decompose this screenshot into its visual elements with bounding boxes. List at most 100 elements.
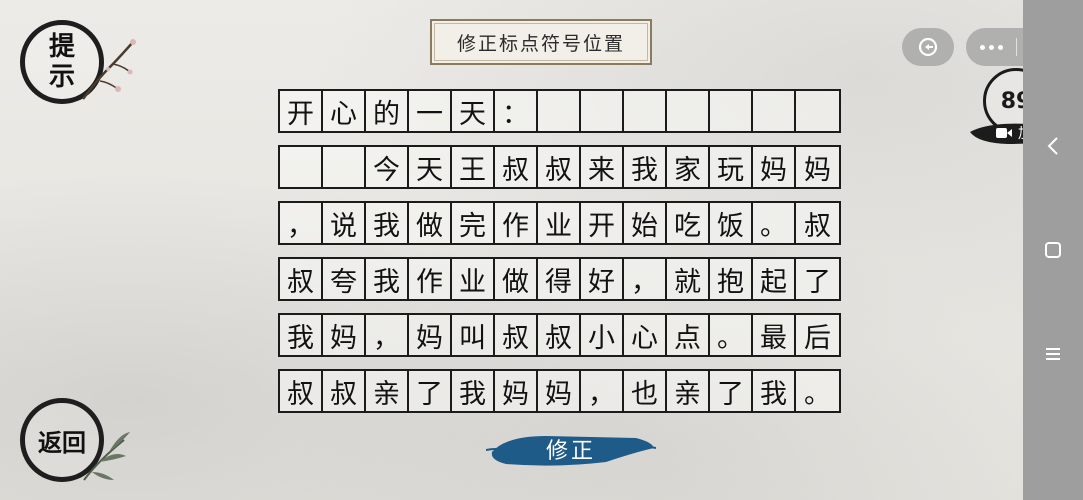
grid-cell[interactable]: ： xyxy=(495,91,538,131)
grid-cell[interactable]: 。 xyxy=(796,371,839,411)
grid-row-1: 开 心 的 一 天 ： xyxy=(278,89,841,133)
grid-cell[interactable]: ， xyxy=(366,315,409,355)
grid-cell[interactable]: 业 xyxy=(538,203,581,243)
grid-cell[interactable]: 业 xyxy=(452,259,495,299)
grid-cell[interactable]: 王 xyxy=(452,147,495,187)
system-nav-bar xyxy=(1023,0,1083,500)
grid-cell[interactable]: 叔 xyxy=(538,315,581,355)
grid-cell[interactable]: 小 xyxy=(581,315,624,355)
grid-cell[interactable]: 叔 xyxy=(280,371,323,411)
grid-cell[interactable] xyxy=(538,91,581,131)
grid-cell[interactable]: 作 xyxy=(495,203,538,243)
grid-cell[interactable]: 了 xyxy=(710,371,753,411)
grid-cell[interactable]: 后 xyxy=(796,315,839,355)
grid-cell[interactable] xyxy=(581,91,624,131)
grid-cell[interactable]: 玩 xyxy=(710,147,753,187)
grid-cell[interactable]: 我 xyxy=(366,259,409,299)
share-button[interactable] xyxy=(902,28,954,66)
grid-row-3: ， 说 我 做 完 作 业 开 始 吃 饭 。 叔 xyxy=(278,201,841,245)
grid-cell[interactable]: 亲 xyxy=(366,371,409,411)
grid-cell[interactable]: 夸 xyxy=(323,259,366,299)
grid-cell[interactable]: 心 xyxy=(624,315,667,355)
grid-cell[interactable]: 妈 xyxy=(796,147,839,187)
grid-cell[interactable]: 今 xyxy=(366,147,409,187)
grid-cell[interactable]: 作 xyxy=(409,259,452,299)
grid-cell[interactable]: 的 xyxy=(366,91,409,131)
grid-cell[interactable]: 了 xyxy=(409,371,452,411)
grid-cell[interactable]: 得 xyxy=(538,259,581,299)
grid-cell[interactable]: 心 xyxy=(323,91,366,131)
more-dots-icon[interactable] xyxy=(966,44,1016,50)
grid-cell[interactable]: 饭 xyxy=(710,203,753,243)
grid-cell[interactable] xyxy=(796,91,839,131)
grid-cell[interactable]: 叔 xyxy=(495,147,538,187)
grid-cell[interactable]: 叔 xyxy=(323,371,366,411)
grid-cell[interactable]: 开 xyxy=(280,91,323,131)
hint-label-line1: 提 xyxy=(48,32,75,62)
home-square-icon xyxy=(1045,242,1061,258)
back-chevron-icon xyxy=(1047,137,1058,155)
grid-cell[interactable]: 完 xyxy=(452,203,495,243)
fix-button[interactable]: 修正 xyxy=(486,428,656,470)
grid-cell[interactable] xyxy=(624,91,667,131)
grid-cell[interactable]: 妈 xyxy=(323,315,366,355)
grid-row-2: 今 天 王 叔 叔 来 我 家 玩 妈 妈 xyxy=(278,145,841,189)
grid-cell[interactable]: 开 xyxy=(581,203,624,243)
grid-cell[interactable]: 也 xyxy=(624,371,667,411)
grid-cell[interactable]: 一 xyxy=(409,91,452,131)
grid-cell[interactable]: 抱 xyxy=(710,259,753,299)
grid-cell[interactable]: 了 xyxy=(796,259,839,299)
grid-cell[interactable]: 做 xyxy=(495,259,538,299)
recents-lines-icon xyxy=(1046,348,1060,360)
grid-cell[interactable]: 我 xyxy=(452,371,495,411)
grid-cell[interactable] xyxy=(753,91,796,131)
grid-cell[interactable]: 做 xyxy=(409,203,452,243)
grid-cell[interactable]: 叫 xyxy=(452,315,495,355)
hint-label-line2: 示 xyxy=(48,62,75,92)
fix-button-label: 修正 xyxy=(545,439,596,464)
grid-row-4: 叔 夸 我 作 业 做 得 好 ， 就 抱 起 了 xyxy=(278,257,841,301)
grid-cell[interactable]: 亲 xyxy=(667,371,710,411)
grid-cell[interactable] xyxy=(710,91,753,131)
grid-cell[interactable]: 我 xyxy=(366,203,409,243)
nav-back-button[interactable] xyxy=(1041,134,1065,158)
grid-cell[interactable]: 吃 xyxy=(667,203,710,243)
grid-cell[interactable]: 最 xyxy=(753,315,796,355)
grid-cell[interactable]: 叔 xyxy=(495,315,538,355)
grid-cell[interactable]: 来 xyxy=(581,147,624,187)
grid-cell[interactable]: ， xyxy=(624,259,667,299)
grid-cell[interactable]: 起 xyxy=(753,259,796,299)
plum-branch-icon xyxy=(82,39,136,100)
grid-cell[interactable]: 妈 xyxy=(753,147,796,187)
nav-recents-button[interactable] xyxy=(1041,342,1065,366)
grid-cell[interactable]: 天 xyxy=(452,91,495,131)
grid-cell[interactable] xyxy=(280,147,323,187)
grid-cell[interactable] xyxy=(323,147,366,187)
bamboo-leaf-icon xyxy=(83,432,130,481)
grid-cell[interactable]: 叔 xyxy=(796,203,839,243)
grid-cell[interactable]: 家 xyxy=(667,147,710,187)
grid-cell[interactable]: 我 xyxy=(624,147,667,187)
grid-cell[interactable]: 。 xyxy=(710,315,753,355)
grid-cell[interactable]: 妈 xyxy=(409,315,452,355)
grid-cell[interactable]: 就 xyxy=(667,259,710,299)
grid-row-5: 我 妈 ， 妈 叫 叔 叔 小 心 点 。 最 后 xyxy=(278,313,841,357)
grid-cell[interactable]: 妈 xyxy=(538,371,581,411)
grid-cell[interactable]: 说 xyxy=(323,203,366,243)
grid-cell[interactable]: 叔 xyxy=(280,259,323,299)
grid-cell[interactable]: 好 xyxy=(581,259,624,299)
grid-cell[interactable]: 点 xyxy=(667,315,710,355)
nav-home-button[interactable] xyxy=(1041,238,1065,262)
grid-cell[interactable]: 始 xyxy=(624,203,667,243)
grid-cell[interactable]: 天 xyxy=(409,147,452,187)
grid-cell[interactable]: 叔 xyxy=(538,147,581,187)
grid-cell[interactable]: ， xyxy=(581,371,624,411)
grid-cell[interactable] xyxy=(667,91,710,131)
page-title: 修正标点符号位置 xyxy=(430,19,652,65)
grid-cell[interactable]: 我 xyxy=(280,315,323,355)
grid-cell[interactable]: ， xyxy=(280,203,323,243)
grid-row-6: 叔 叔 亲 了 我 妈 妈 ， 也 亲 了 我 。 xyxy=(278,369,841,413)
grid-cell[interactable]: 。 xyxy=(753,203,796,243)
grid-cell[interactable]: 我 xyxy=(753,371,796,411)
grid-cell[interactable]: 妈 xyxy=(495,371,538,411)
